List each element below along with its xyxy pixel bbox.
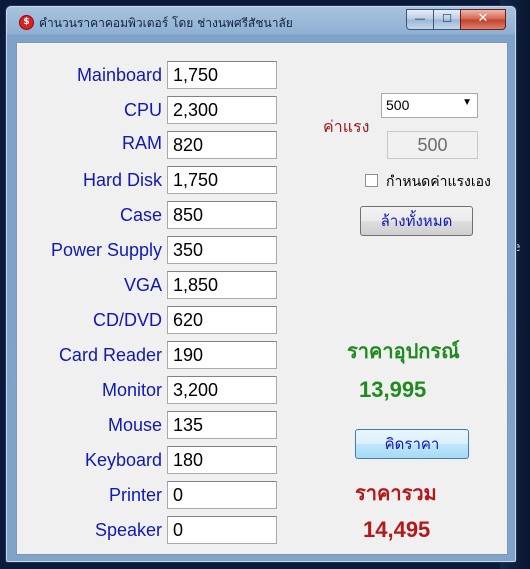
- label-cpu: CPU: [123, 100, 162, 120]
- label-ram: RAM: [122, 133, 162, 153]
- minimize-button[interactable]: —: [406, 9, 434, 30]
- label-card-reader: Card Reader: [58, 345, 162, 365]
- label-power-supply: Power Supply: [50, 240, 162, 260]
- label-monitor: Monitor: [101, 380, 162, 400]
- input-keyboard[interactable]: 180: [167, 446, 277, 474]
- equipment-price-label: ราคาอุปกรณ์: [347, 339, 460, 363]
- input-printer[interactable]: 0: [167, 481, 277, 509]
- input-speaker[interactable]: 0: [167, 516, 277, 544]
- app-window: $ คำนวนราคาคอมพิวเตอร์ โดย ช่างนพศรีสัชน…: [5, 5, 517, 563]
- custom-labor-label: กำหนดค่าแรงเอง: [386, 174, 491, 190]
- labor-display: 500: [387, 131, 478, 159]
- labor-select[interactable]: 500 ▼: [381, 93, 478, 118]
- input-mainboard[interactable]: 1,750: [167, 61, 277, 89]
- input-cd-dvd[interactable]: 620: [167, 306, 277, 334]
- label-case: Case: [119, 205, 162, 225]
- input-vga[interactable]: 1,850: [167, 271, 277, 299]
- equipment-price-value: 13,995: [359, 377, 427, 402]
- label-printer: Printer: [108, 485, 162, 505]
- maximize-button[interactable]: ☐: [433, 9, 461, 30]
- calculate-button[interactable]: คิดราคา: [355, 429, 469, 459]
- input-hard-disk[interactable]: 1,750: [167, 166, 277, 194]
- chevron-down-icon[interactable]: ▼: [462, 97, 472, 108]
- label-keyboard: Keyboard: [84, 450, 162, 470]
- input-card-reader[interactable]: 190: [167, 341, 277, 369]
- total-price-label: ราคารวม: [355, 481, 437, 505]
- form-body: Mainboard 1,750 CPU 2,300 RAM 820 Hard D…: [16, 42, 508, 555]
- custom-labor-option[interactable]: กำหนดค่าแรงเอง: [365, 171, 491, 193]
- input-monitor[interactable]: 3,200: [167, 376, 277, 404]
- label-mouse: Mouse: [107, 415, 162, 435]
- input-power-supply[interactable]: 350: [167, 236, 277, 264]
- app-icon[interactable]: $: [19, 15, 34, 30]
- label-hard-disk: Hard Disk: [82, 170, 162, 190]
- labor-select-value: 500: [386, 97, 410, 113]
- input-ram[interactable]: 820: [167, 131, 277, 159]
- input-cpu[interactable]: 2,300: [167, 96, 277, 124]
- input-case[interactable]: 850: [167, 201, 277, 229]
- input-mouse[interactable]: 135: [167, 411, 277, 439]
- title-bar[interactable]: $ คำนวนราคาคอมพิวเตอร์ โดย ช่างนพศรีสัชน…: [6, 6, 516, 36]
- label-cd-dvd: CD/DVD: [92, 310, 162, 330]
- label-mainboard: Mainboard: [76, 65, 162, 85]
- clear-all-button[interactable]: ล้างทั้งหมด: [360, 206, 473, 236]
- window-title: คำนวนราคาคอมพิวเตอร์ โดย ช่างนพศรีสัชนาล…: [39, 16, 293, 30]
- custom-labor-checkbox[interactable]: [365, 174, 378, 187]
- total-price-value: 14,495: [363, 517, 431, 542]
- label-vga: VGA: [123, 275, 162, 295]
- close-button[interactable]: ✕: [460, 9, 506, 30]
- labor-label: ค่าแรง: [323, 117, 370, 136]
- label-speaker: Speaker: [94, 520, 162, 540]
